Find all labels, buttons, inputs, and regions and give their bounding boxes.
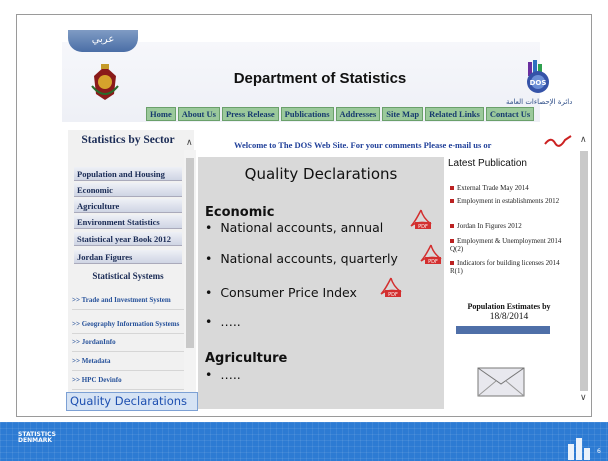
bullet-square-icon [450, 199, 454, 204]
quality-declarations-callout[interactable]: Quality Declarations [66, 392, 198, 411]
slide: عربي Department of Statistics DOS دائرة … [0, 0, 608, 461]
sidebar-title: Statistics by Sector [81, 134, 175, 146]
sidebar-item-environment[interactable]: Environment Statistics [74, 215, 182, 229]
site-title: Department of Statistics [233, 70, 407, 87]
population-estimates-title: Population Estimates by [467, 302, 551, 311]
pdf-icon[interactable]: PDF [379, 276, 403, 298]
sidebar-scroll-thumb[interactable] [186, 158, 194, 348]
bullet-more-agriculture: • ….. [205, 367, 241, 382]
envelope-icon[interactable] [476, 364, 526, 398]
svg-text:PDF: PDF [388, 292, 398, 298]
publication-text: Employment & Unemployment 2014 Q(2) [450, 237, 562, 253]
system-link-hpc-devinfo[interactable]: >> HPC Devinfo [72, 376, 184, 390]
dos-logo-icon: DOS [527, 60, 549, 93]
statistics-denmark-logo: STATISTICS DENMARK [18, 431, 56, 444]
bullet-text: Consumer Price Index [220, 285, 357, 300]
publication-link[interactable]: External Trade May 2014 [450, 184, 568, 192]
page-scroll-down-icon[interactable]: ∨ [580, 393, 587, 403]
section-heading-economic: Economic [205, 205, 275, 220]
nav-press-release[interactable]: Press Release [221, 107, 279, 121]
bullet-square-icon [450, 261, 454, 266]
system-link-jordaninfo[interactable]: >> JordanInfo [72, 338, 184, 352]
slide-footer [0, 422, 608, 461]
nav-publications[interactable]: Publications [280, 107, 334, 121]
latest-publication-title: Latest Publication [448, 158, 527, 169]
publication-text: External Trade May 2014 [457, 184, 529, 192]
publication-link[interactable]: Jordan In Figures 2012 [450, 222, 568, 230]
page-scroll-up-icon[interactable]: ∧ [580, 135, 587, 145]
sidebar-item-population[interactable]: Population and Housing [74, 167, 182, 181]
section-heading-agriculture: Agriculture [205, 351, 288, 366]
nav-contact-us[interactable]: Contact Us [485, 107, 535, 121]
nav-site-map[interactable]: Site Map [382, 107, 424, 121]
jordan-emblem-icon [91, 64, 119, 100]
sidebar-item-agriculture[interactable]: Agriculture [74, 199, 182, 213]
publication-link[interactable]: Employment in establishments 2012 [450, 197, 568, 205]
publication-text: Jordan In Figures 2012 [457, 222, 522, 230]
quality-declarations-title: Quality Declarations [244, 165, 398, 183]
svg-text:PDF: PDF [428, 259, 438, 265]
top-navigation: Home About Us Press Release Publications… [146, 107, 535, 121]
sidebar-item-yearbook[interactable]: Statistical year Book 2012 [74, 232, 182, 246]
publication-text: Employment in establishments 2012 [457, 197, 560, 205]
nav-addresses[interactable]: Addresses [335, 107, 381, 121]
bullet-text: National accounts, annual [220, 220, 384, 235]
bullet-more-economic: • ….. [205, 314, 241, 329]
systems-title: Statistical Systems [92, 271, 164, 281]
slide-number: 6 [597, 448, 601, 455]
publication-text: Indicators for building licenses 2014 R(… [450, 259, 560, 275]
sidebar-item-jordan-figures[interactable]: Jordan Figures [74, 250, 182, 264]
svg-text:PDF: PDF [418, 224, 428, 230]
nav-home[interactable]: Home [146, 107, 176, 121]
pdf-icon[interactable]: PDF [419, 243, 443, 265]
bullet-text: ….. [220, 314, 241, 329]
system-link-metadata[interactable]: >> Metadata [72, 357, 184, 371]
page-scroll-thumb[interactable] [580, 151, 588, 391]
signature-icon [544, 135, 572, 147]
bullet-national-accounts-annual[interactable]: • National accounts, annual [205, 220, 383, 235]
nav-about-us[interactable]: About Us [177, 107, 220, 121]
bullet-square-icon [450, 239, 454, 244]
footer-bars-icon [568, 438, 590, 460]
bullet-national-accounts-quarterly[interactable]: • National accounts, quarterly [205, 251, 398, 266]
arabic-language-tab[interactable]: عربي [68, 30, 138, 52]
publication-link[interactable]: Employment & Unemployment 2014 Q(2) [450, 237, 568, 253]
page-scrollbar[interactable]: ∧ ∨ [577, 135, 591, 407]
system-link-trade[interactable]: >> Trade and Investment System [72, 296, 184, 310]
bullet-square-icon [450, 186, 454, 191]
publication-link[interactable]: Indicators for building licenses 2014 R(… [450, 259, 568, 275]
population-estimates-date: 18/8/2014 [489, 312, 529, 322]
bullet-square-icon [450, 224, 454, 229]
bullet-consumer-price-index[interactable]: • Consumer Price Index [205, 285, 357, 300]
pdf-icon[interactable]: PDF [409, 208, 433, 230]
arabic-department-name: دائرة الإحصاءات العامة [506, 98, 573, 106]
sidebar-scroll-up-icon[interactable]: ∧ [186, 138, 193, 148]
welcome-message: Welcome to The DOS Web Site. For your co… [234, 140, 492, 150]
bullet-text: ….. [220, 367, 241, 382]
bullet-text: National accounts, quarterly [220, 251, 398, 266]
population-link-bar[interactable] [456, 326, 550, 334]
sidebar-item-economic[interactable]: Economic [74, 183, 182, 197]
system-link-gis[interactable]: >> Geography Information Systems [72, 320, 184, 334]
nav-related-links[interactable]: Related Links [425, 107, 484, 121]
sidebar-scrollbar[interactable] [184, 150, 196, 400]
svg-text:DOS: DOS [530, 79, 547, 87]
